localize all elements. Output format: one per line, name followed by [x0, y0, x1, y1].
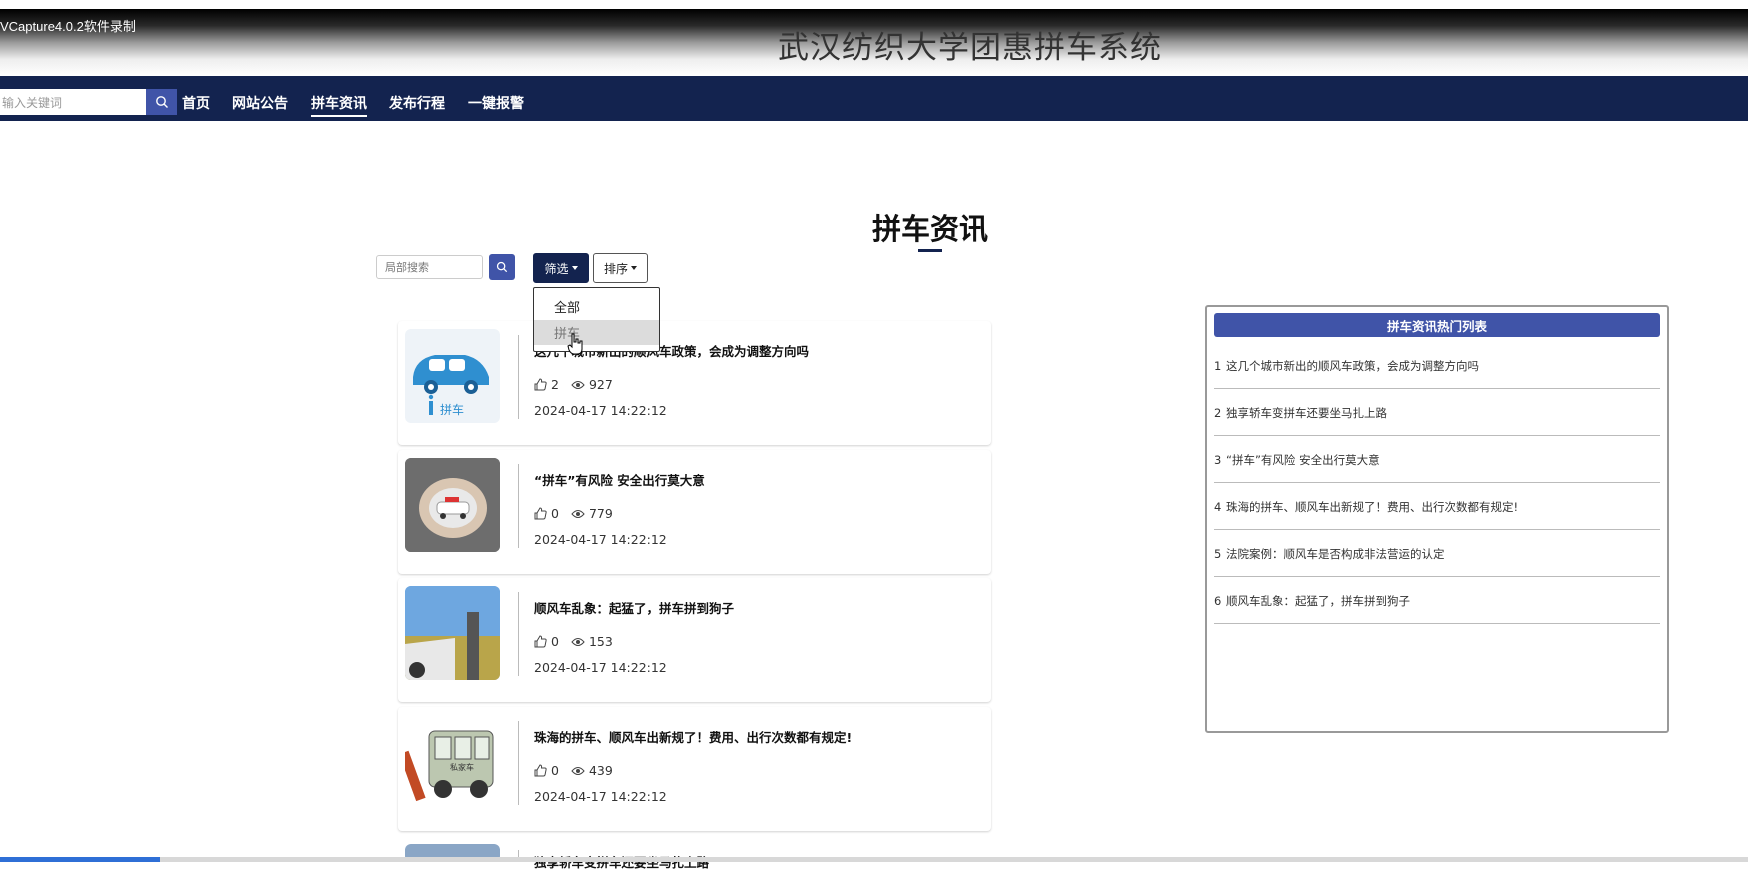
article-card[interactable]: 顺风车乱象：起猛了，拼车拼到狗子 0 153 2024-04-17 14:22:…: [398, 578, 991, 702]
nav-search-button[interactable]: [146, 89, 177, 115]
hot-list-rank: 2: [1214, 405, 1222, 420]
hot-list-item[interactable]: 1 这几个城市新出的顺风车政策，会成为调整方向吗: [1214, 343, 1660, 389]
article-stats: 0 779: [534, 506, 613, 521]
article-stats: 0 439: [534, 763, 613, 778]
nav-item-carpool-news[interactable]: 拼车资讯: [311, 93, 367, 117]
nav-item-announcements[interactable]: 网站公告: [232, 93, 288, 113]
hot-list-panel: 拼车资讯热门列表 1 这几个城市新出的顺风车政策，会成为调整方向吗 2 独享轿车变拼…: [1205, 305, 1669, 733]
like-count: 0: [551, 763, 559, 778]
card-divider: [518, 592, 519, 676]
search-icon: [155, 96, 168, 108]
card-divider: [518, 721, 519, 805]
nav-item-home[interactable]: 首页: [182, 93, 210, 113]
hot-list-rank: 4: [1214, 499, 1222, 514]
dropdown-item-carpool[interactable]: 拼车: [534, 320, 659, 345]
hot-list-rank: 1: [1214, 358, 1222, 373]
card-divider: [518, 464, 519, 548]
thumbs-up-icon[interactable]: [534, 635, 547, 648]
hand-pointer-icon: [567, 333, 583, 359]
caret-down-icon: [631, 266, 637, 270]
window-top-strip: [0, 0, 1748, 9]
article-title[interactable]: 珠海的拼车、顺风车出新规了！费用、出行次数都有规定!: [534, 727, 852, 746]
filter-dropdown-button[interactable]: 筛选: [533, 253, 589, 283]
thumbs-up-icon[interactable]: [534, 378, 547, 391]
article-card[interactable]: “拼车”有风险 安全出行莫大意 0 779 2024-04-17 14:22:1…: [398, 450, 991, 574]
hot-list-item[interactable]: 5 法院案例：顺风车是否构成非法营运的认定: [1214, 531, 1660, 577]
like-count: 0: [551, 634, 559, 649]
view-count: 153: [588, 634, 613, 649]
hot-list-item-text: 这几个城市新出的顺风车政策，会成为调整方向吗: [1226, 358, 1479, 373]
scrollbar-thumb[interactable]: [0, 857, 160, 862]
hot-list-item[interactable]: 3 “拼车”有风险 安全出行莫大意: [1214, 437, 1660, 483]
card-divider: [518, 335, 519, 419]
eye-icon: [571, 380, 585, 389]
dropdown-item-all[interactable]: 全部: [534, 294, 659, 319]
article-date: 2024-04-17 14:22:12: [534, 789, 667, 804]
thumbs-up-icon[interactable]: [534, 507, 547, 520]
article-thumbnail[interactable]: [405, 458, 500, 552]
article-date: 2024-04-17 14:22:12: [534, 660, 667, 675]
view-count: 779: [588, 506, 613, 521]
article-stats: 2 927: [534, 377, 613, 392]
article-title[interactable]: “拼车”有风险 安全出行莫大意: [534, 470, 705, 489]
horizontal-scrollbar[interactable]: [0, 857, 1748, 862]
local-search-input[interactable]: 局部搜索: [376, 255, 483, 279]
eye-icon: [571, 509, 585, 518]
title-underline: [918, 249, 942, 252]
thumbnail-caption: 私家车: [450, 763, 474, 772]
article-card[interactable]: 私家车 珠海的拼车、顺风车出新规了！费用、出行次数都有规定! 0 439 202…: [398, 707, 991, 831]
hot-list-title: 拼车资讯热门列表: [1214, 313, 1660, 337]
hot-list-item-text: 法院案例：顺风车是否构成非法营运的认定: [1226, 546, 1445, 561]
filter-label: 筛选: [544, 261, 569, 276]
hot-list-rank: 5: [1214, 546, 1222, 561]
article-thumbnail[interactable]: [405, 586, 500, 680]
like-count: 2: [551, 377, 559, 392]
site-title: 武汉纺织大学团惠拼车系统: [778, 30, 1162, 66]
article-stats: 0 153: [534, 634, 613, 649]
hot-list-item-text: 珠海的拼车、顺风车出新规了！费用、出行次数都有规定!: [1226, 499, 1519, 514]
article-date: 2024-04-17 14:22:12: [534, 532, 667, 547]
hot-list-item-text: “拼车”有风险 安全出行莫大意: [1226, 452, 1380, 467]
sort-label: 排序: [603, 261, 628, 276]
sort-dropdown-button[interactable]: 排序: [593, 253, 648, 283]
page-title: 拼车资讯: [871, 212, 988, 246]
hot-list-rank: 3: [1214, 452, 1222, 467]
hot-list-rank: 6: [1214, 593, 1222, 608]
local-search-button[interactable]: [489, 254, 515, 280]
view-count: 927: [588, 377, 613, 392]
recorder-watermark: VCapture4.0.2软件录制: [0, 19, 136, 34]
thumbs-up-icon[interactable]: [534, 764, 547, 777]
eye-icon: [571, 766, 585, 775]
hot-list-item[interactable]: 4 珠海的拼车、顺风车出新规了！费用、出行次数都有规定!: [1214, 484, 1660, 530]
article-card[interactable]: 拼车 这几个城市新出的顺风车政策，会成为调整方向吗 2 927 2024-04-…: [398, 321, 991, 445]
view-count: 439: [588, 763, 613, 778]
like-count: 0: [551, 506, 559, 521]
article-date: 2024-04-17 14:22:12: [534, 403, 667, 418]
eye-icon: [571, 637, 585, 646]
hot-list-item[interactable]: 2 独享轿车变拼车还要坐马扎上路: [1214, 390, 1660, 436]
nav-search-input[interactable]: 输入关键词: [0, 89, 146, 115]
thumbnail-caption: 拼车: [440, 403, 465, 417]
filter-dropdown-menu: 全部 拼车: [533, 287, 660, 352]
search-icon: [496, 261, 508, 273]
nav-item-publish-trip[interactable]: 发布行程: [389, 93, 445, 113]
caret-down-icon: [571, 266, 578, 270]
hot-list-item[interactable]: 6 顺风车乱象：起猛了，拼车拼到狗子: [1214, 578, 1660, 624]
article-title[interactable]: 顺风车乱象：起猛了，拼车拼到狗子: [534, 598, 734, 617]
hot-list-item-text: 顺风车乱象：起猛了，拼车拼到狗子: [1226, 593, 1410, 608]
nav-item-emergency-alarm[interactable]: 一键报警: [468, 93, 524, 113]
main-navbar: 输入关键词 首页 网站公告 拼车资讯 发布行程 一键报警: [0, 76, 1748, 121]
hot-list-item-text: 独享轿车变拼车还要坐马扎上路: [1226, 405, 1387, 420]
